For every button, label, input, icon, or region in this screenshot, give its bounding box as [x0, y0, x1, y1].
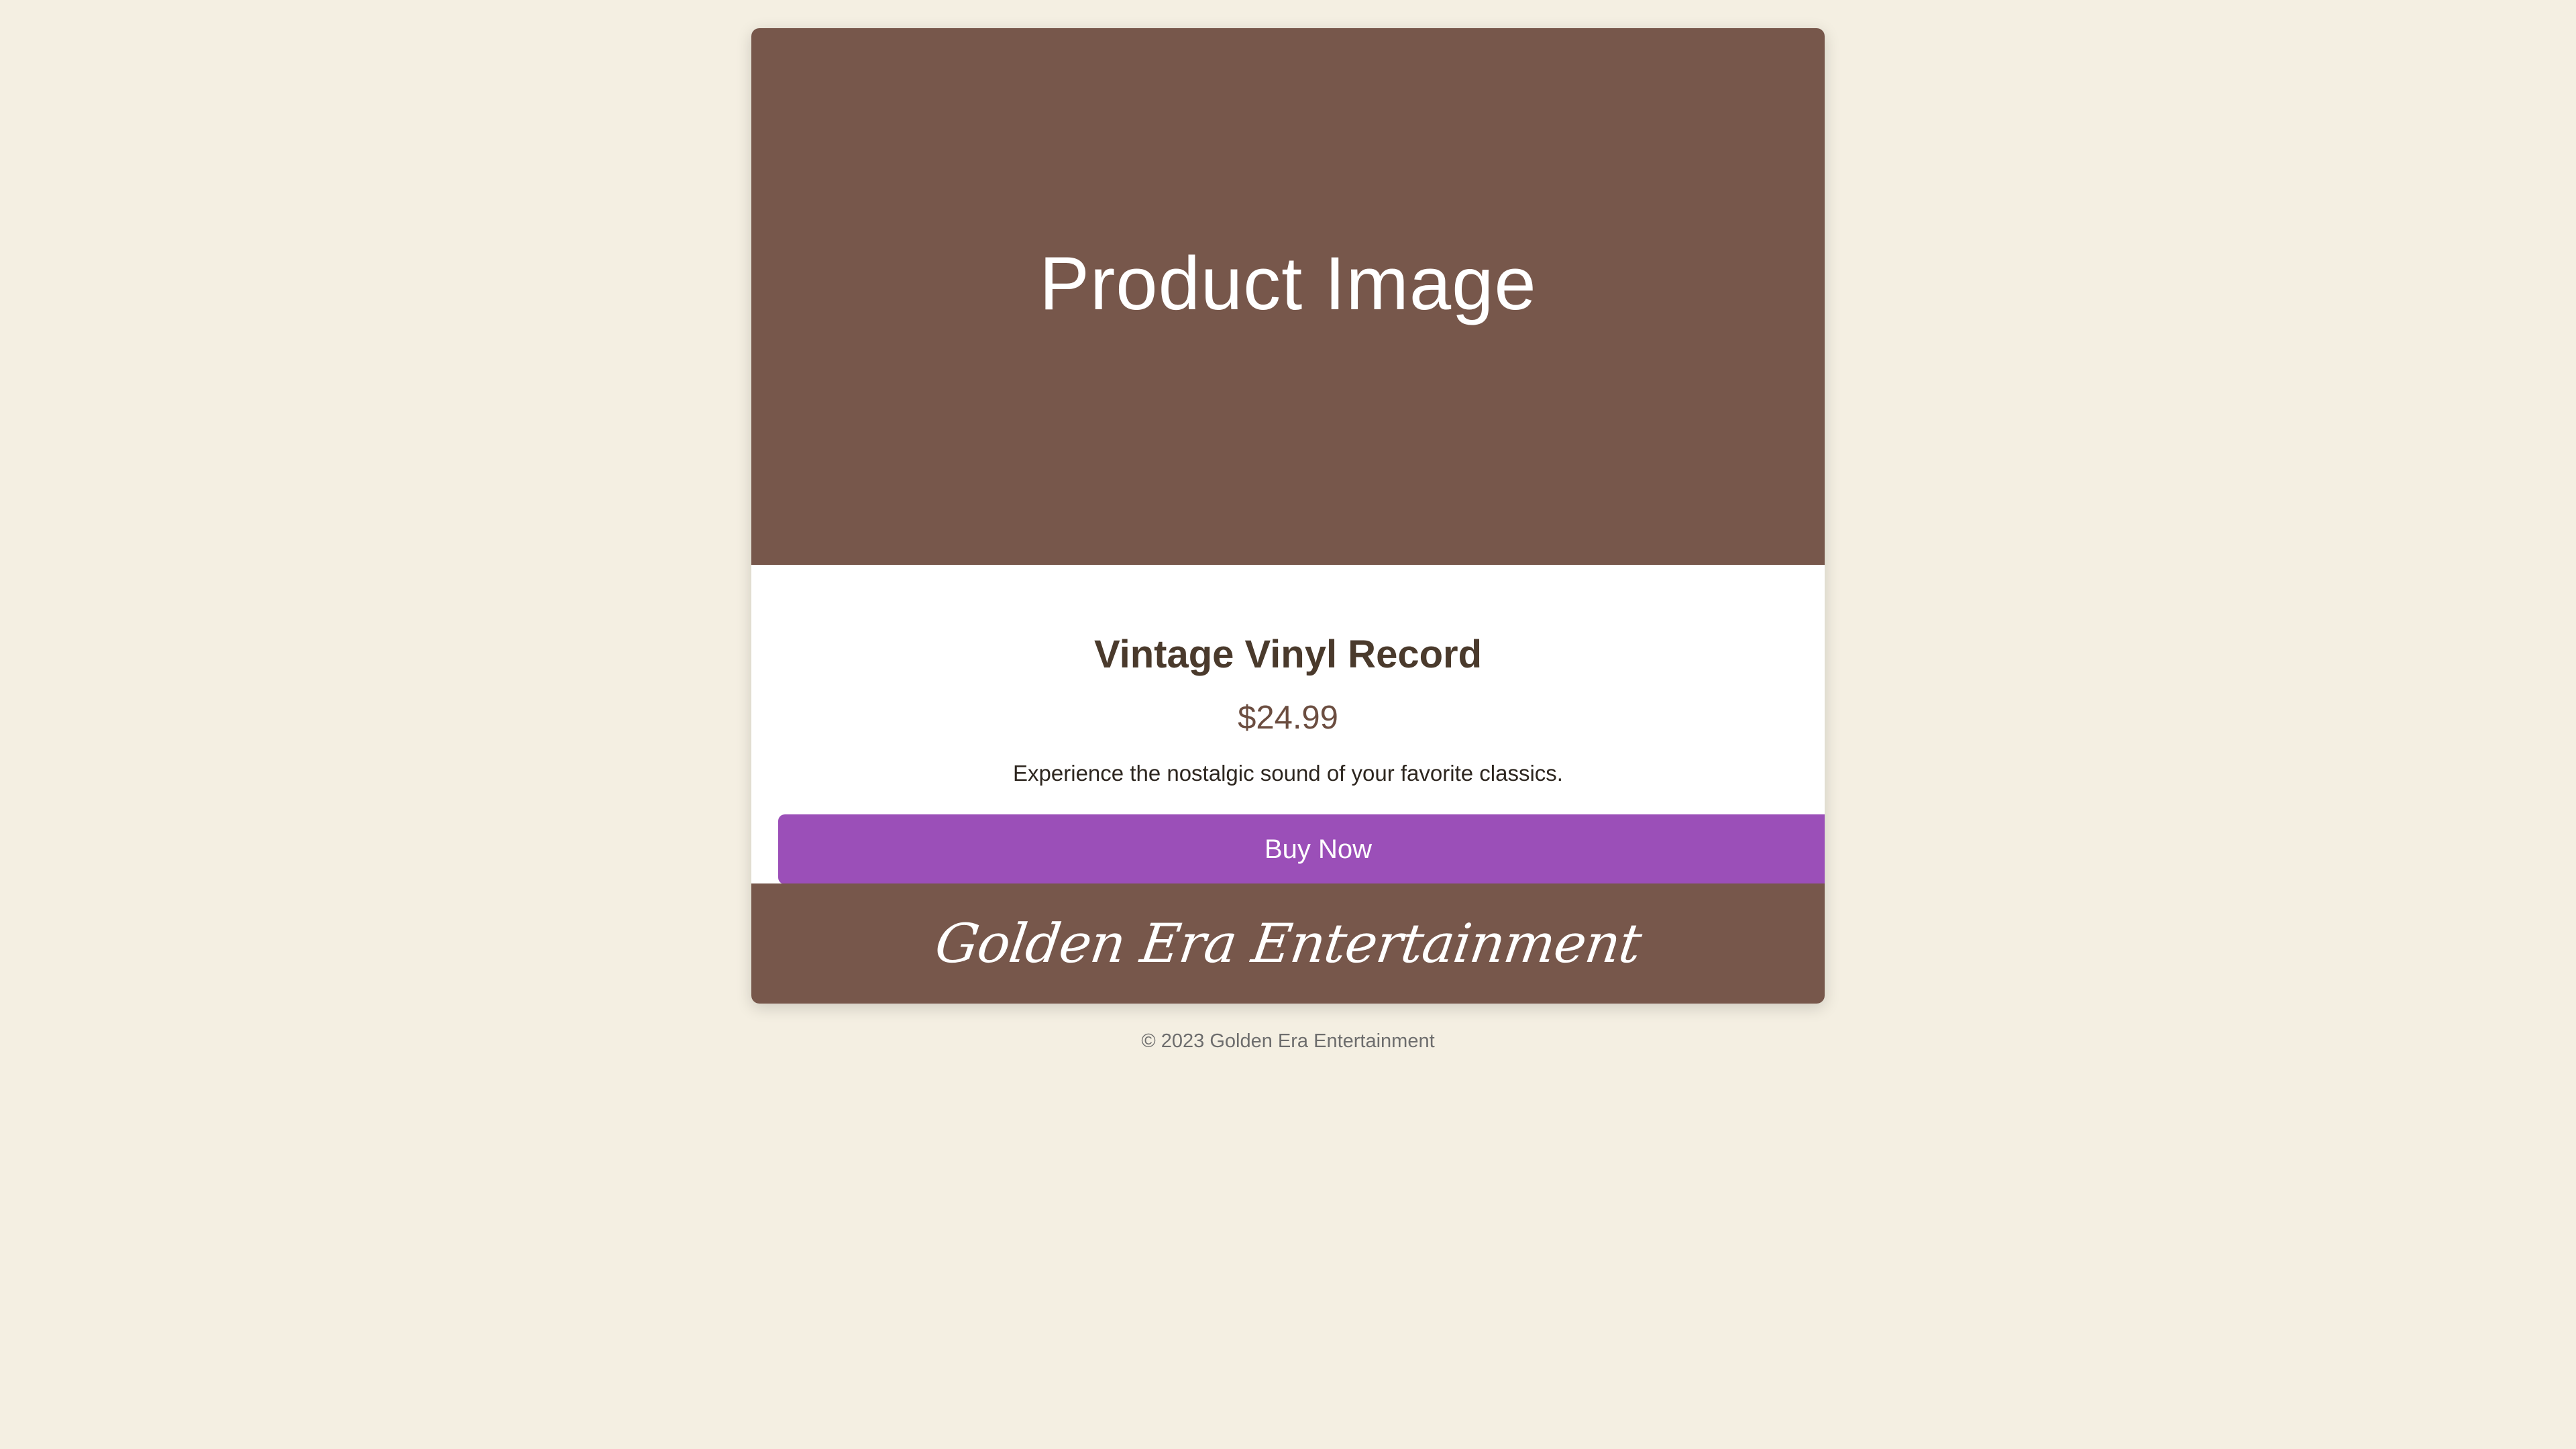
- product-image-label: Product Image: [1039, 241, 1537, 325]
- brand-banner: Golden Era Entertainment: [751, 883, 1825, 1004]
- product-price: $24.99: [1238, 700, 1338, 736]
- buy-now-button[interactable]: Buy Now: [778, 814, 1825, 884]
- product-details: Vintage Vinyl Record $24.99 Experience t…: [751, 565, 1825, 884]
- product-card: Product Image Vintage Vinyl Record $24.9…: [751, 28, 1825, 1004]
- copyright-text: © 2023 Golden Era Entertainment: [1141, 1030, 1435, 1052]
- product-image: Product Image: [751, 28, 1825, 565]
- product-title: Vintage Vinyl Record: [1093, 633, 1483, 676]
- buy-now-label: Buy Now: [1264, 834, 1373, 864]
- brand-name: Golden Era Entertainment: [931, 912, 1645, 975]
- product-description: Experience the nostalgic sound of your f…: [1013, 761, 1563, 786]
